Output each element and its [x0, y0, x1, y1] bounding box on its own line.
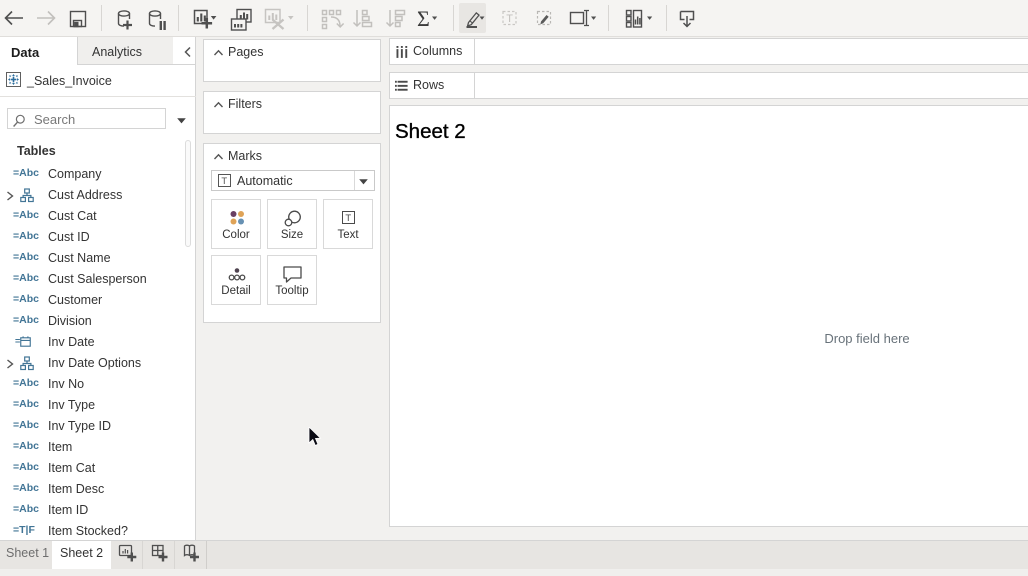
svg-text:Σ: Σ — [417, 6, 430, 31]
svg-text:T: T — [506, 13, 513, 25]
svg-text:T: T — [221, 176, 227, 187]
svg-text:T: T — [345, 213, 351, 224]
